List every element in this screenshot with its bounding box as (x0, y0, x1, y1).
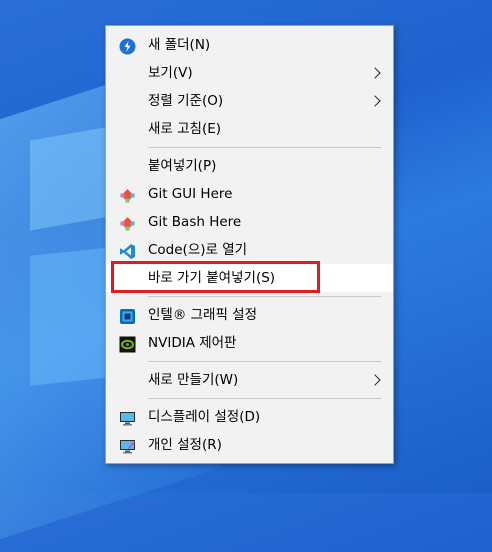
chevron-right-icon (369, 67, 381, 79)
menu-item-label: 개인 설정(R) (148, 437, 222, 453)
nvidia-icon (119, 335, 136, 353)
menu-item-new-folder[interactable]: 새 폴더(N) (106, 31, 393, 59)
menu-item-view[interactable]: 보기(V) (106, 59, 393, 87)
menu-item-label: 붙여넣기(P) (148, 158, 217, 174)
highlight-annotation-box (111, 261, 320, 293)
menu-item-refresh[interactable]: 새로 고침(E) (106, 115, 393, 143)
menu-item-label: 새 폴더(N) (148, 37, 211, 53)
chevron-right-icon (369, 95, 381, 107)
display-icon (119, 409, 136, 426)
menu-item-git-gui[interactable]: Git GUI Here (106, 180, 393, 208)
menu-item-label: 새로 고침(E) (148, 121, 222, 137)
chevron-right-icon (369, 374, 381, 386)
menu-item-label: 인텔® 그래픽 설정 (148, 307, 258, 323)
menu-item-display-settings[interactable]: 디스플레이 설정(D) (106, 403, 393, 431)
menu-item-label: 새로 만들기(W) (148, 372, 239, 388)
git-icon (119, 186, 136, 203)
git-icon (119, 214, 136, 231)
menu-item-open-with-code[interactable]: Code(으)로 열기 (106, 236, 393, 264)
menu-item-personalize[interactable]: 개인 설정(R) (106, 431, 393, 459)
menu-item-label: NVIDIA 제어판 (148, 335, 237, 351)
menu-item-label: Git Bash Here (148, 214, 242, 230)
menu-item-label: 보기(V) (148, 65, 193, 81)
menu-item-label: Code(으)로 열기 (148, 242, 248, 258)
menu-separator (148, 361, 381, 362)
menu-item-git-bash[interactable]: Git Bash Here (106, 208, 393, 236)
desktop-context-menu: 새 폴더(N) 보기(V) 정렬 기준(O) 새로 고침(E) 붙여넣기(P) … (105, 25, 394, 464)
menu-item-label: 정렬 기준(O) (148, 93, 224, 109)
menu-item-sort-by[interactable]: 정렬 기준(O) (106, 87, 393, 115)
menu-separator (148, 147, 381, 148)
personalize-icon (119, 437, 136, 454)
menu-item-new[interactable]: 새로 만들기(W) (106, 366, 393, 394)
menu-item-nvidia-control-panel[interactable]: NVIDIA 제어판 (106, 329, 393, 357)
menu-item-label: 디스플레이 설정(D) (148, 409, 261, 425)
vscode-icon (119, 242, 136, 259)
menu-separator (148, 296, 381, 297)
menu-item-label: Git GUI Here (148, 186, 233, 202)
menu-item-paste[interactable]: 붙여넣기(P) (106, 152, 393, 180)
menu-separator (148, 398, 381, 399)
new-folder-icon (119, 37, 136, 55)
menu-item-intel-graphics[interactable]: 인텔® 그래픽 설정 (106, 301, 393, 329)
intel-graphics-icon (119, 307, 136, 324)
